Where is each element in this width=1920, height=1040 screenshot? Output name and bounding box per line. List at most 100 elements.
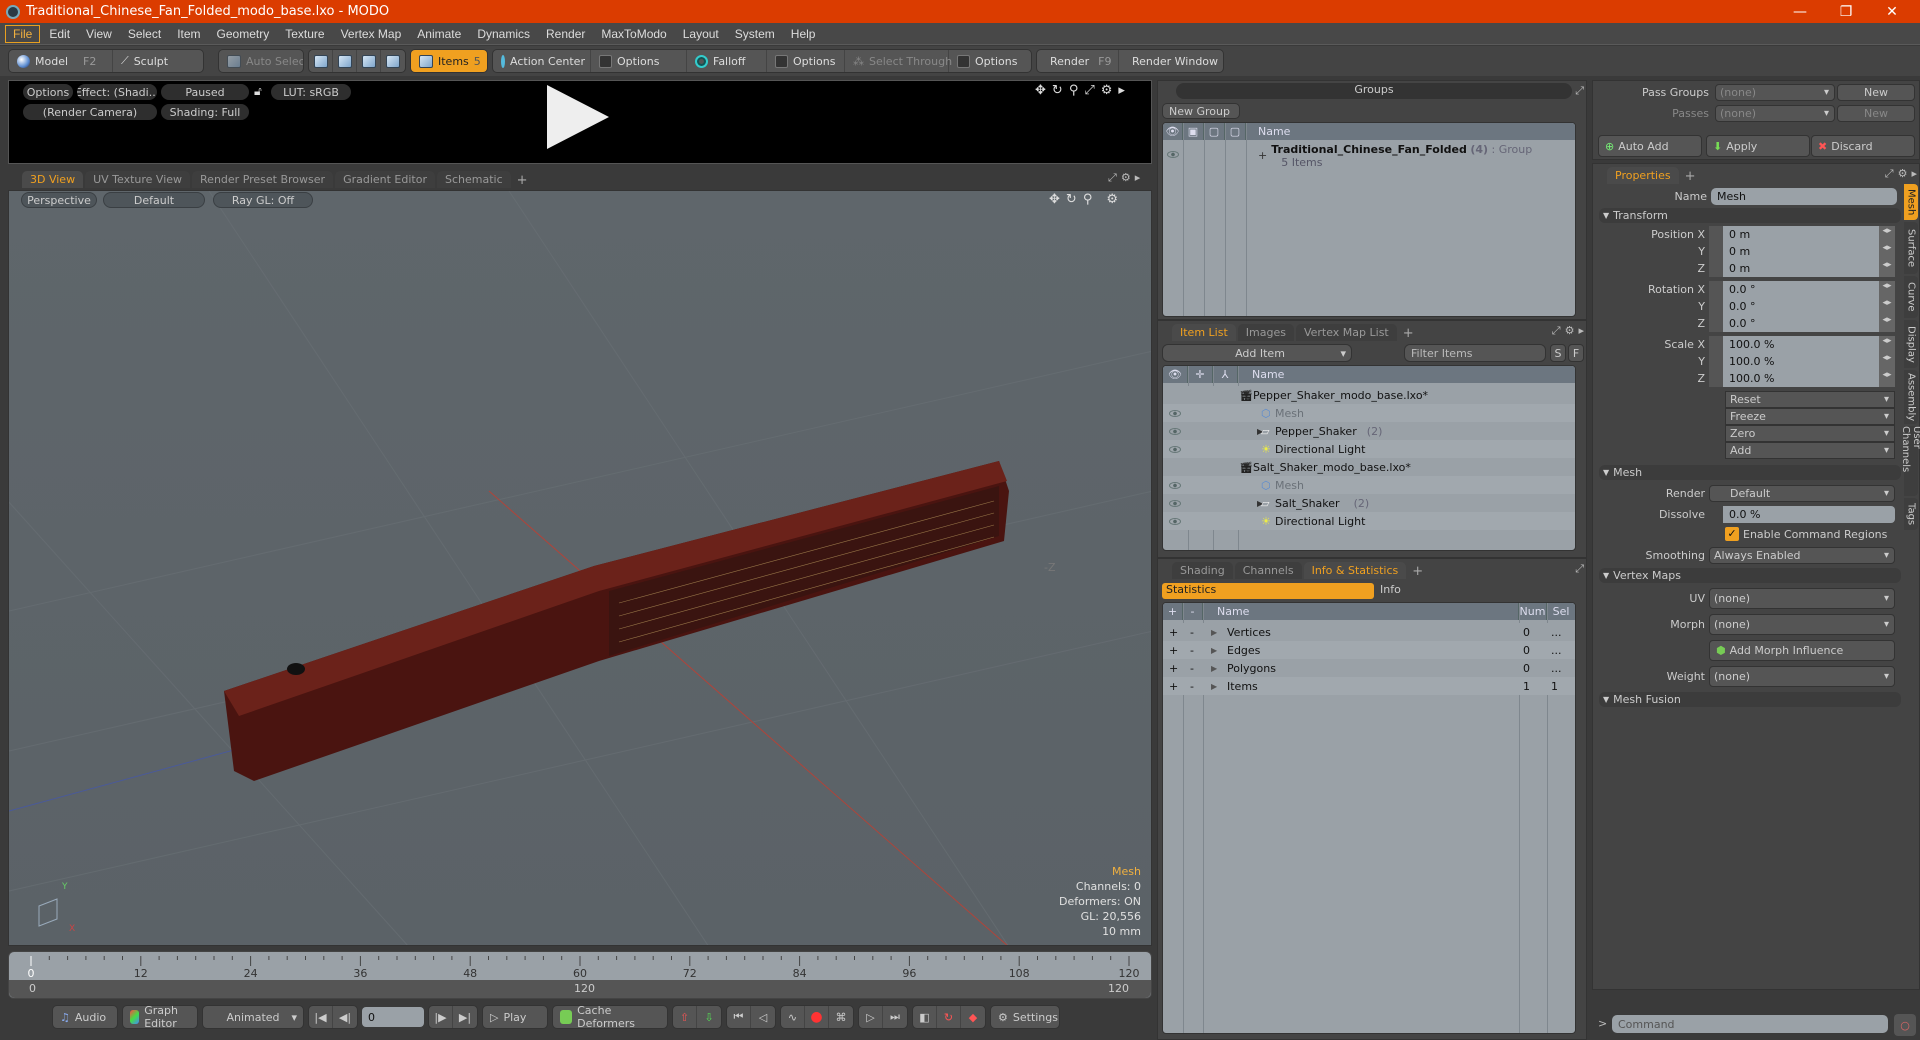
animate-toggle[interactable] — [1709, 243, 1723, 260]
menu-vertex-map[interactable]: Vertex Map — [334, 26, 409, 42]
auto-select-button[interactable]: Auto Select — [219, 50, 303, 72]
item-row[interactable]: ▼ 🎬︎ Salt_Shaker_modo_base.lxo* — [1163, 458, 1575, 476]
expand-arrow-icon[interactable]: ▶ — [1211, 664, 1217, 673]
stat-row[interactable]: + - ▶ Edges 0 ... — [1163, 641, 1575, 659]
visibility-toggle[interactable] — [1169, 443, 1181, 456]
tab-info-statistics[interactable]: Info & Statistics — [1303, 562, 1407, 579]
slider-handle-icon[interactable]: ◂▸ — [1879, 260, 1895, 277]
dissolve-input[interactable]: 0.0 % — [1723, 506, 1895, 523]
weight-dropdown[interactable]: (none) — [1709, 666, 1895, 687]
slider-handle-icon[interactable]: ◂▸ — [1879, 281, 1895, 298]
close-button[interactable]: ✕ — [1869, 0, 1915, 23]
animate-toggle[interactable] — [1709, 260, 1723, 277]
paused-button[interactable]: Paused — [161, 84, 249, 100]
render-col-icon[interactable]: ▣ — [1183, 123, 1204, 140]
expand-button[interactable]: + — [1169, 626, 1178, 639]
maximize-icon[interactable]: ⤢ — [1885, 167, 1894, 181]
menu-texture[interactable]: Texture — [278, 26, 331, 42]
visibility-toggle[interactable] — [1169, 407, 1181, 420]
graph-editor-button[interactable]: Graph Editor — [122, 1004, 198, 1030]
raygl-toggle[interactable]: Ray GL: Off — [213, 192, 313, 208]
expand-button[interactable]: + — [1169, 662, 1178, 675]
visibility-col-icon[interactable]: 👁︎ — [1163, 366, 1188, 383]
record-button[interactable]: ● — [805, 1006, 829, 1028]
menu-edit[interactable]: Edit — [42, 26, 77, 42]
render-button[interactable]: Render F9 — [1037, 50, 1119, 72]
stat-row[interactable]: + - ▶ Polygons 0 ... — [1163, 659, 1575, 677]
chevron-down-icon[interactable]: ▾ — [1340, 347, 1346, 360]
render-window-button[interactable]: Render Window — [1119, 50, 1223, 72]
add-tab-button[interactable]: + — [1681, 169, 1700, 184]
expand-arrow-icon[interactable]: ▶ — [1211, 646, 1217, 655]
polygons-mode-button[interactable] — [357, 50, 381, 72]
expand-button[interactable]: + — [1169, 644, 1178, 657]
vertices-mode-button[interactable] — [309, 50, 333, 72]
tab-schematic[interactable]: Schematic — [437, 171, 511, 188]
new-pass-button[interactable]: New — [1837, 105, 1915, 122]
last-frame-button[interactable]: ▶| — [453, 1006, 477, 1028]
command-history-button[interactable]: ○ — [1894, 1014, 1916, 1036]
collapse-button[interactable]: - — [1190, 662, 1194, 675]
animate-toggle[interactable] — [1709, 315, 1723, 332]
command-input[interactable]: Command — [1612, 1015, 1888, 1033]
falloff-button[interactable]: Falloff — [687, 50, 767, 72]
add-morph-influence-button[interactable]: ⬢ Add Morph Influence — [1709, 640, 1895, 661]
freeze-dropdown[interactable]: Freeze — [1725, 408, 1895, 425]
item-row[interactable]: ▶ ▱ Salt_Shaker (2) — [1163, 494, 1575, 512]
position-2-input[interactable]: 0 m — [1723, 260, 1879, 277]
stat-row[interactable]: + - ▶ Vertices 0 ... — [1163, 623, 1575, 641]
shading-style-dropdown[interactable]: Default — [103, 192, 205, 208]
visibility-toggle[interactable] — [1169, 515, 1181, 528]
animate-toggle[interactable] — [1709, 370, 1723, 387]
key-refresh-icon[interactable]: ↻ — [937, 1006, 961, 1028]
rotate-icon[interactable]: ↻ — [1066, 192, 1077, 207]
slider-handle-icon[interactable]: ◂▸ — [1879, 226, 1895, 243]
vertex-maps-section[interactable]: ▼ Vertex Maps — [1599, 568, 1901, 583]
new-pass-group-button[interactable]: New — [1837, 84, 1915, 101]
visibility-col-icon[interactable]: 👁︎ — [1163, 123, 1183, 140]
action-center-options-button[interactable]: Options — [591, 50, 687, 72]
rotation-1-input[interactable]: 0.0 ° — [1723, 298, 1879, 315]
key-item-icon[interactable]: ◧ — [913, 1006, 937, 1028]
minimize-button[interactable]: — — [1777, 0, 1823, 23]
collapse-button[interactable]: - — [1190, 680, 1194, 693]
side-tab-curve[interactable]: Curve — [1904, 276, 1918, 318]
visibility-toggle[interactable] — [1169, 497, 1181, 510]
visibility-toggle[interactable] — [1169, 479, 1181, 492]
info-subtab[interactable]: Info — [1380, 583, 1401, 596]
transform-section[interactable]: ▼ Transform — [1599, 208, 1901, 223]
position-0-input[interactable]: 0 m — [1723, 226, 1879, 243]
menu-view[interactable]: View — [79, 26, 119, 42]
animate-toggle[interactable] — [1709, 226, 1723, 243]
f-filter-button[interactable]: F — [1568, 344, 1584, 362]
lock-col-icon[interactable]: ▢ — [1204, 123, 1225, 140]
scale-2-input[interactable]: 100.0 % — [1723, 370, 1879, 387]
maximize-icon[interactable]: ⤢ — [1552, 324, 1561, 338]
s-filter-button[interactable]: S — [1550, 344, 1566, 362]
perspective-dropdown[interactable]: Perspective — [21, 192, 97, 208]
audio-button[interactable]: ♫ Audio — [52, 1005, 118, 1029]
move-icon[interactable]: ✥ — [1035, 83, 1046, 98]
statistics-subtab[interactable]: Statistics — [1162, 583, 1374, 599]
menu-file[interactable]: File — [5, 24, 41, 43]
tab-item-list[interactable]: Item List — [1172, 324, 1236, 341]
maximize-icon[interactable]: ⤢ — [1575, 562, 1584, 576]
name-input[interactable]: Mesh — [1711, 188, 1897, 205]
settings-button[interactable]: ⚙ Settings — [990, 1005, 1060, 1029]
tab-channels[interactable]: Channels — [1234, 562, 1302, 579]
expand-button[interactable]: + — [1169, 680, 1178, 693]
tab-vertex-map-list[interactable]: Vertex Map List — [1295, 324, 1397, 341]
item-row[interactable]: ☀ Directional Light — [1163, 440, 1575, 458]
new-group-button[interactable]: New Group — [1162, 103, 1240, 119]
slider-handle-icon[interactable]: ◂▸ — [1879, 353, 1895, 370]
menu-maxtomodo[interactable]: MaxToModo — [594, 26, 673, 42]
render-dropdown[interactable]: Default — [1709, 485, 1895, 502]
slider-handle-icon[interactable]: ◂▸ — [1879, 315, 1895, 332]
play-preview-icon[interactable] — [547, 85, 609, 149]
move-col-icon[interactable]: ✛ — [1188, 366, 1213, 383]
morph-dropdown[interactable]: (none) — [1709, 614, 1895, 635]
add-tab-button[interactable]: + — [1408, 564, 1427, 579]
maximize-icon[interactable]: ⤢ — [1108, 171, 1117, 185]
pass-groups-dropdown[interactable]: (none) — [1715, 84, 1835, 101]
add-tab-button[interactable]: + — [513, 173, 532, 188]
